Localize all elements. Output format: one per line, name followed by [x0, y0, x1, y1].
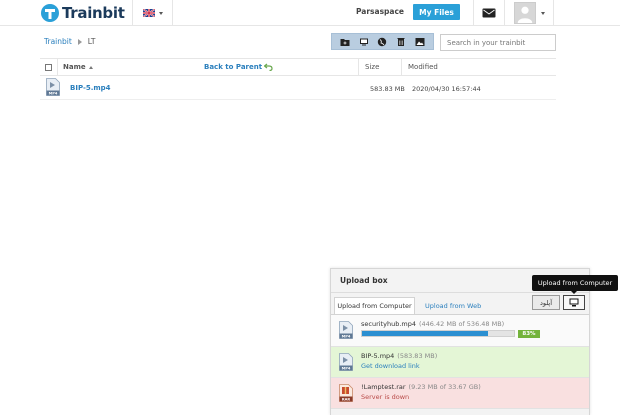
- rar-file-icon: RAR: [339, 384, 353, 402]
- search-input[interactable]: [440, 34, 556, 51]
- column-header-modified[interactable]: Modified: [401, 59, 556, 75]
- svg-text:MP4: MP4: [49, 92, 58, 96]
- file-table: Name Back to Parent Size Modified MP4 BI…: [40, 58, 556, 100]
- table-row[interactable]: MP4 BIP-5.mp4 583.83 MB 2020/04/30 16:57…: [40, 76, 556, 100]
- monitor-icon: [569, 298, 579, 307]
- mp4-file-icon: MP4: [339, 321, 353, 339]
- upload-item-name: BIP-5.mp4 (583.83 MB): [361, 352, 437, 360]
- back-to-parent-link[interactable]: Back to Parent: [204, 59, 273, 75]
- get-download-link[interactable]: Get download link: [361, 362, 420, 370]
- tab-upload-from-web[interactable]: Upload from Web: [425, 297, 481, 314]
- avatar: [514, 2, 536, 24]
- upload-item-in-progress: MP4 securityhub.mp4 (446.42 MB of 536.48 …: [331, 315, 589, 347]
- messages-button[interactable]: [473, 0, 505, 26]
- tab-upload-from-computer[interactable]: Upload from Computer: [334, 297, 415, 314]
- upload-file-name: securityhub.mp4: [361, 320, 416, 328]
- divider: [331, 292, 589, 293]
- nav-link-parsaspace[interactable]: Parsaspace: [356, 7, 404, 16]
- language-selector[interactable]: [132, 0, 173, 26]
- file-size: 583.83 MB: [370, 85, 405, 93]
- mp4-file-icon: MP4: [339, 353, 353, 371]
- upload-progress-bar: [361, 330, 515, 337]
- upload-box-title: Upload box: [340, 276, 388, 285]
- file-toolbar: [331, 33, 434, 50]
- upload-file-name: !Lamptest.rar: [361, 383, 406, 391]
- upload-list: MP4 securityhub.mp4 (446.42 MB of 536.48 …: [331, 314, 589, 409]
- top-header: Trainbit Parsaspace My Files: [0, 0, 620, 26]
- select-all-cell: [40, 59, 58, 75]
- svg-text:MP4: MP4: [342, 367, 351, 371]
- chevron-down-icon: [541, 11, 545, 15]
- column-name-label: Name: [63, 63, 86, 71]
- svg-text:RAR: RAR: [342, 398, 351, 402]
- breadcrumb-separator-icon: [77, 38, 82, 45]
- file-name-link[interactable]: BIP-5.mp4: [70, 84, 111, 92]
- upload-web-icon[interactable]: [377, 37, 387, 47]
- trainbit-logo[interactable]: Trainbit: [40, 3, 125, 23]
- delete-icon[interactable]: [396, 37, 406, 47]
- upload-file-meta: (583.83 MB): [397, 352, 438, 360]
- sort-ascending-icon: [88, 65, 93, 69]
- table-header: Name Back to Parent Size Modified: [40, 58, 556, 76]
- upload-computer-icon[interactable]: [359, 37, 369, 47]
- mail-icon: [482, 8, 496, 18]
- back-to-parent-label: Back to Parent: [204, 63, 263, 71]
- upload-progress-badge: 83%: [518, 330, 540, 338]
- column-header-name[interactable]: Name Back to Parent: [58, 59, 358, 75]
- upload-progress-fill: [362, 331, 489, 336]
- breadcrumb: Trainbit LT: [44, 37, 96, 46]
- upload-item-complete: MP4 BIP-5.mp4 (583.83 MB) Get download li…: [331, 347, 589, 378]
- back-arrow-icon: [264, 63, 273, 71]
- brand-name: Trainbit: [62, 4, 125, 22]
- tooltip-upload-from-computer: Upload from Computer: [532, 275, 618, 294]
- breadcrumb-current: LT: [87, 37, 96, 46]
- my-files-button[interactable]: My Files: [413, 4, 460, 20]
- upload-from-computer-button[interactable]: [563, 295, 585, 310]
- upload-item-name: securityhub.mp4 (446.42 MB of 536.48 MB): [361, 320, 504, 328]
- user-menu[interactable]: [506, 0, 554, 26]
- trainbit-logo-icon: [41, 4, 59, 22]
- image-icon[interactable]: [415, 37, 425, 47]
- column-header-size[interactable]: Size: [358, 59, 401, 75]
- upload-item-name: !Lamptest.rar (9.23 MB of 33.67 GB): [361, 383, 481, 391]
- chevron-down-icon: [158, 11, 163, 15]
- upload-error-message: Server is down: [361, 393, 410, 401]
- breadcrumb-root[interactable]: Trainbit: [44, 37, 72, 46]
- upload-file-meta: (9.23 MB of 33.67 GB): [408, 383, 481, 391]
- upload-file-name: BIP-5.mp4: [361, 352, 395, 360]
- new-folder-icon[interactable]: [340, 37, 350, 47]
- file-modified: 2020/04/30 16:57:44: [412, 85, 481, 93]
- upload-item-error: RAR !Lamptest.rar (9.23 MB of 33.67 GB) S…: [331, 378, 589, 409]
- select-all-checkbox[interactable]: [45, 63, 52, 71]
- upload-file-meta: (446.42 MB of 536.48 MB): [418, 320, 505, 328]
- svg-text:MP4: MP4: [342, 335, 351, 339]
- upload-action-button[interactable]: آپلود: [532, 295, 560, 310]
- uk-flag-icon: [142, 9, 155, 17]
- mp4-file-icon: MP4: [46, 78, 60, 96]
